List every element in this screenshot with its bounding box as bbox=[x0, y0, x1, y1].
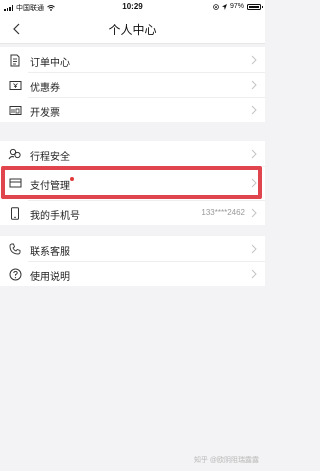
menu-item-trip-safety[interactable]: 行程安全 bbox=[0, 141, 265, 166]
phone-number-value: 133****2462 bbox=[201, 208, 245, 217]
chevron-right-icon bbox=[251, 105, 257, 115]
menu-item-label: 优惠券 bbox=[30, 83, 60, 94]
chevron-right-icon bbox=[251, 80, 257, 90]
menu-item-label: 订单中心 bbox=[30, 58, 70, 69]
menu-item-label: 开发票 bbox=[30, 108, 60, 119]
coupon-ticket-icon bbox=[8, 78, 22, 92]
mobile-phone-icon bbox=[8, 206, 22, 220]
menu-item-label: 使用说明 bbox=[30, 272, 70, 283]
orientation-lock-icon bbox=[213, 3, 219, 10]
menu-group-orders: 订单中心 优惠券 开发票 bbox=[0, 47, 265, 122]
menu-item-instructions[interactable]: 使用说明 bbox=[0, 261, 265, 286]
menu-item-payment-management[interactable]: 支付管理 bbox=[0, 166, 265, 200]
telephone-icon bbox=[8, 242, 22, 256]
menu-item-coupons[interactable]: 优惠券 bbox=[0, 72, 265, 97]
battery-icon bbox=[247, 3, 263, 10]
page-title: 个人中心 bbox=[108, 23, 157, 37]
watermark-text: 知乎 @欧阴阻瑞露露 bbox=[193, 457, 259, 464]
menu-item-label: 联系客服 bbox=[30, 247, 70, 258]
question-circle-icon bbox=[8, 267, 22, 281]
chevron-right-icon bbox=[251, 208, 257, 218]
menu-group-account: 行程安全 支付管理 我的手机号 133****2462 bbox=[0, 141, 265, 225]
menu-group-support: 联系客服 使用说明 bbox=[0, 236, 265, 286]
status-right: 97% bbox=[213, 3, 263, 10]
location-arrow-icon bbox=[221, 3, 227, 10]
menu-item-label: 我的手机号 bbox=[30, 211, 80, 222]
chevron-right-icon bbox=[251, 178, 257, 188]
notification-dot bbox=[70, 177, 74, 181]
menu-item-label: 支付管理 bbox=[30, 181, 70, 192]
invoice-icon bbox=[8, 103, 22, 117]
menu-item-invoice[interactable]: 开发票 bbox=[0, 97, 265, 122]
status-bar: 中国联通 10:29 97% bbox=[0, 0, 265, 14]
chevron-right-icon bbox=[251, 149, 257, 159]
chevron-right-icon bbox=[251, 55, 257, 65]
menu-item-orders[interactable]: 订单中心 bbox=[0, 47, 265, 72]
menu-item-phone-number[interactable]: 我的手机号 133****2462 bbox=[0, 200, 265, 225]
payment-card-icon bbox=[8, 176, 22, 190]
menu-item-label: 行程安全 bbox=[30, 152, 70, 163]
navigation-bar: 个人中心 bbox=[0, 14, 265, 44]
menu-item-customer-service[interactable]: 联系客服 bbox=[0, 236, 265, 261]
chevron-right-icon bbox=[251, 269, 257, 279]
trip-safety-people-icon bbox=[8, 147, 22, 161]
battery-percent: 97% bbox=[229, 3, 244, 10]
order-document-icon bbox=[8, 53, 22, 67]
chevron-right-icon bbox=[251, 244, 257, 254]
